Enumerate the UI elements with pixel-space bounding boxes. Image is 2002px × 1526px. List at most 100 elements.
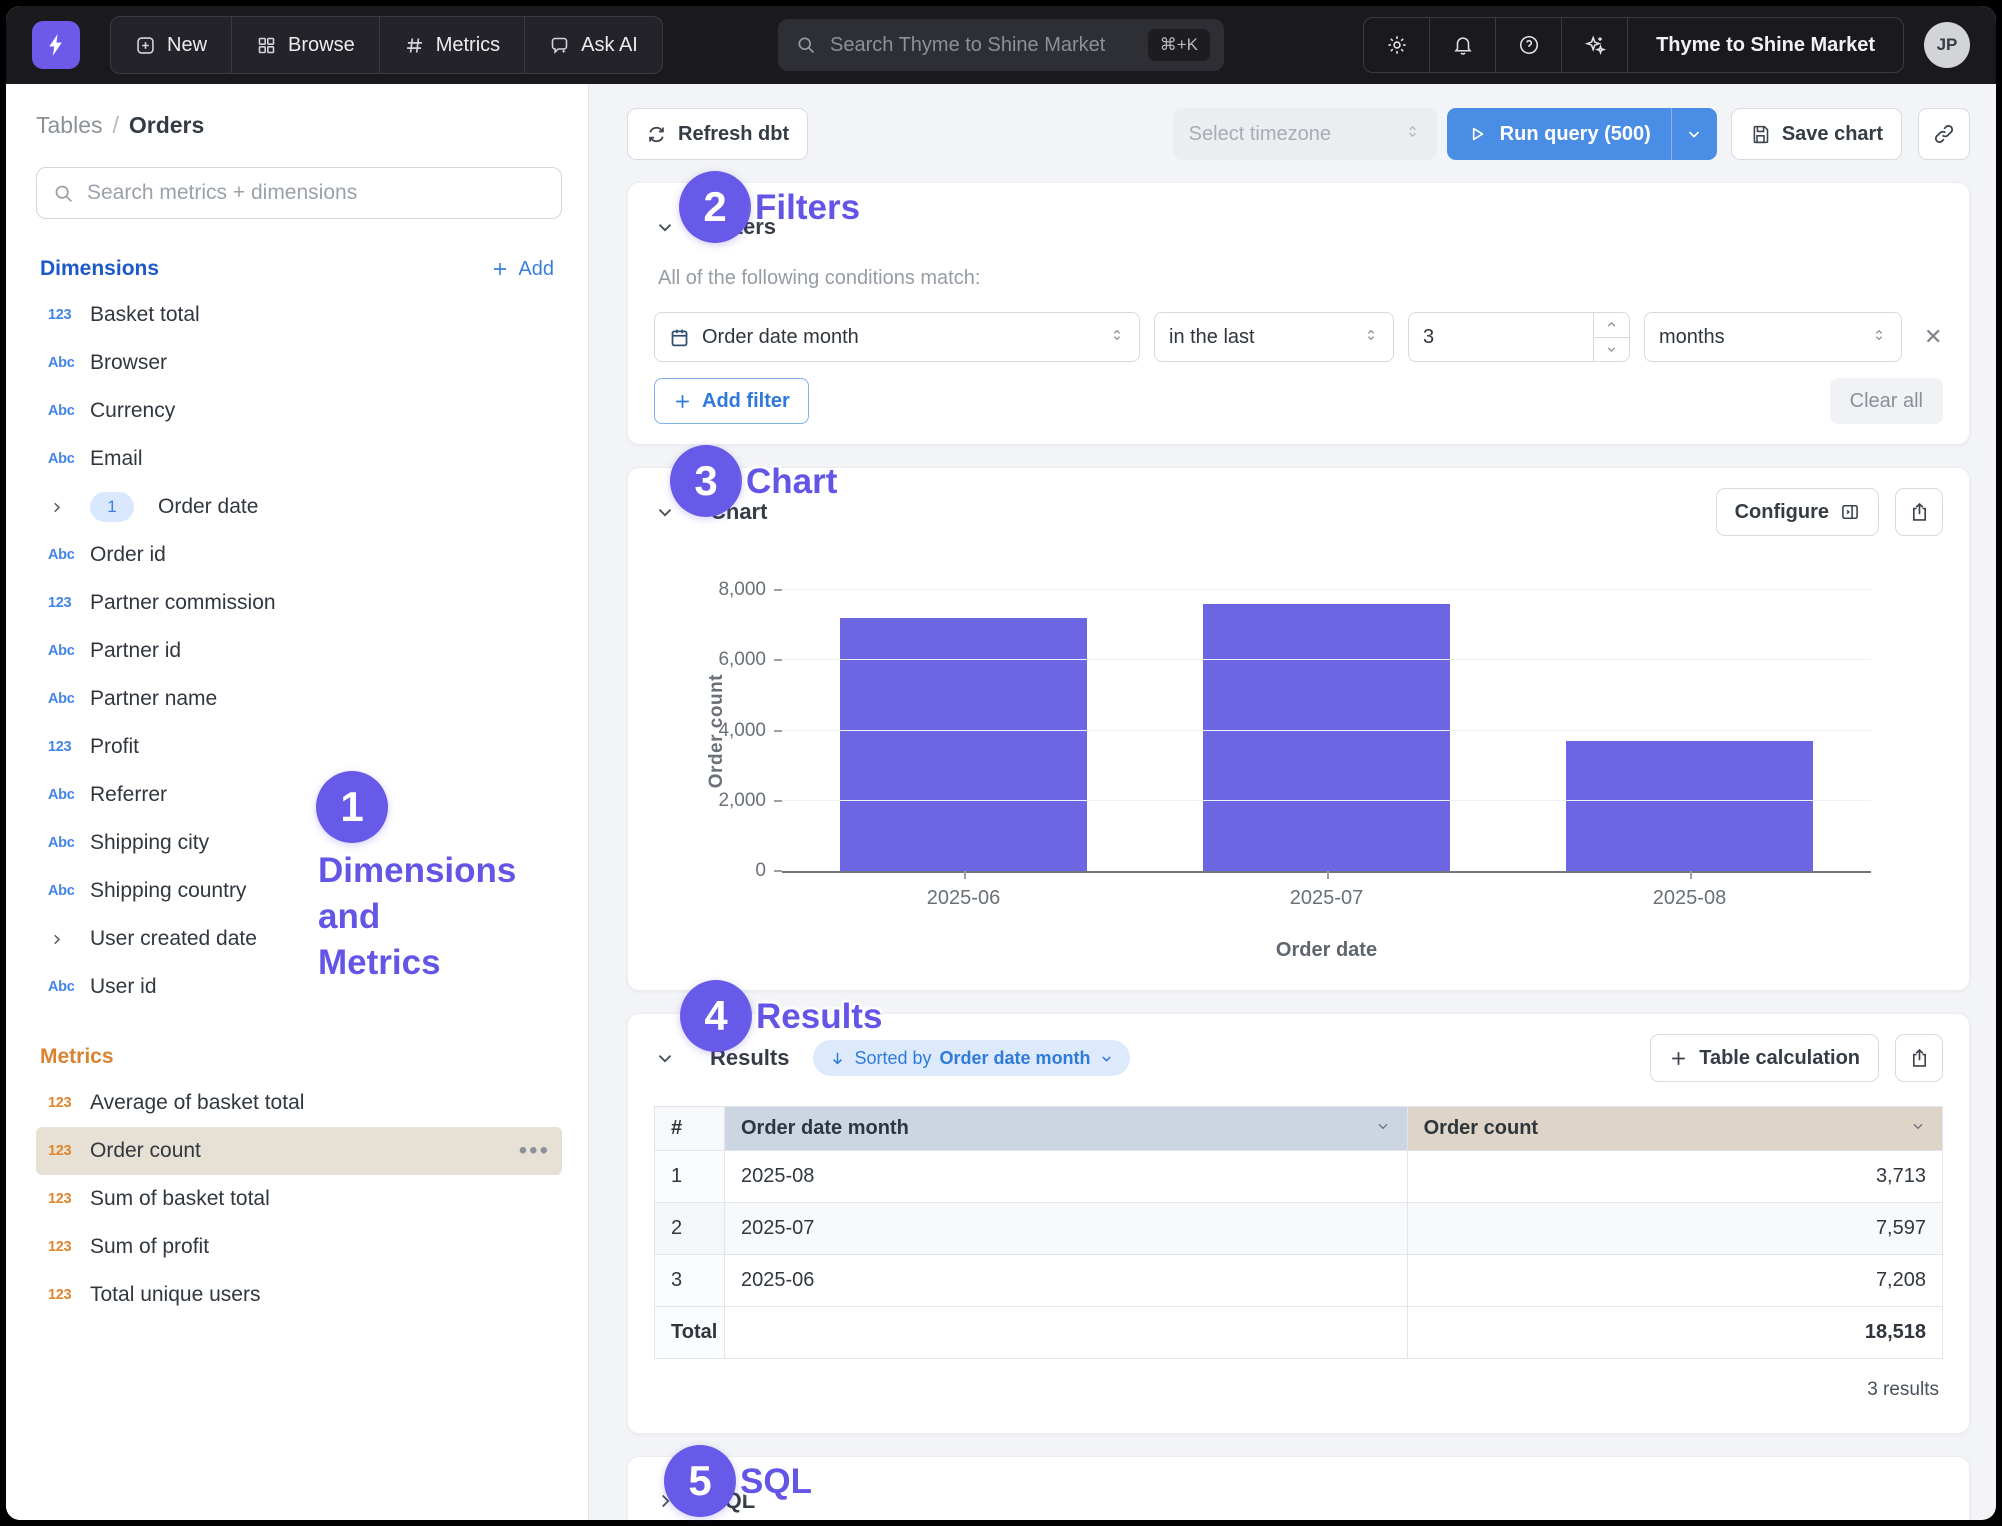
order-count-cell[interactable]: 3,713 <box>1407 1151 1942 1203</box>
help-button[interactable] <box>1496 18 1562 72</box>
order-count-cell[interactable]: 7,208 <box>1407 1255 1942 1307</box>
add-filter-button[interactable]: Add filter <box>654 378 809 424</box>
sidebar-metric-order-count[interactable]: 123Order count••• <box>36 1127 562 1175</box>
sidebar-dimension-partner-name[interactable]: AbcPartner name <box>36 675 562 723</box>
sidebar-dimension-referrer[interactable]: AbcReferrer <box>36 771 562 819</box>
expand-chevron-icon[interactable] <box>48 931 90 948</box>
sidebar-metric-sum-of-profit[interactable]: 123Sum of profit <box>36 1223 562 1271</box>
nav-item-metrics[interactable]: Metrics <box>380 17 525 73</box>
run-query-button[interactable]: Run query (500) <box>1447 108 1671 160</box>
increment-button[interactable] <box>1594 313 1629 338</box>
column-header-index: # <box>655 1107 725 1151</box>
global-search-input[interactable]: Search Thyme to Shine Market ⌘+K <box>778 19 1224 71</box>
more-options-icon[interactable]: ••• <box>519 1146 550 1156</box>
refresh-dbt-button[interactable]: Refresh dbt <box>627 108 808 160</box>
sidebar-dimension-partner-commission[interactable]: 123Partner commission <box>36 579 562 627</box>
sidebar-dimension-currency[interactable]: AbcCurrency <box>36 387 562 435</box>
nav-item-ask-ai[interactable]: Ask AI <box>525 17 662 73</box>
save-chart-button[interactable]: Save chart <box>1731 108 1902 160</box>
expand-chevron-icon[interactable] <box>48 499 90 516</box>
sidebar-dimension-order-id[interactable]: AbcOrder id <box>36 531 562 579</box>
settings-button[interactable] <box>1364 18 1430 72</box>
order-date-month-cell[interactable]: 2025-06 <box>725 1255 1408 1307</box>
org-name[interactable]: Thyme to Shine Market <box>1628 18 1903 72</box>
filters-footer: Add filter Clear all <box>654 378 1943 424</box>
order-date-month-cell[interactable]: 2025-07 <box>725 1203 1408 1255</box>
sidebar-dimension-profit[interactable]: 123Profit <box>36 723 562 771</box>
export-results-button[interactable] <box>1895 1034 1943 1082</box>
column-header-order-count[interactable]: Order count <box>1407 1107 1942 1151</box>
primary-nav: NewBrowseMetricsAsk AI <box>110 16 663 74</box>
order-date-month-cell[interactable]: 2025-08 <box>725 1151 1408 1203</box>
x-axis-tick-label: 2025-06 <box>782 887 1145 910</box>
lightdash-logo[interactable] <box>32 21 80 69</box>
configure-chart-button[interactable]: Configure <box>1716 488 1879 536</box>
breadcrumb-tables-link[interactable]: Tables <box>36 112 102 138</box>
nav-item-browse[interactable]: Browse <box>232 17 380 73</box>
sql-card: SQL <box>627 1456 1970 1520</box>
text-type-icon: Abc <box>48 643 90 659</box>
sidebar-metric-average-of-basket-total[interactable]: 123Average of basket total <box>36 1079 562 1127</box>
sidebar-dimension-order-date[interactable]: 1Order date <box>36 483 562 531</box>
content-area: Tables/Orders Search metrics + dimension… <box>6 84 1996 1520</box>
select-caret-icon <box>1871 327 1887 348</box>
column-header-order-date-month[interactable]: Order date month <box>725 1107 1408 1151</box>
fields-search-input[interactable]: Search metrics + dimensions <box>36 167 562 219</box>
sidebar-dimension-email[interactable]: AbcEmail <box>36 435 562 483</box>
nav-item-new[interactable]: New <box>111 17 232 73</box>
expand-sql-button[interactable] <box>654 1490 676 1512</box>
filter-value-input[interactable] <box>1409 313 1593 361</box>
chevron-right-icon <box>48 499 65 516</box>
sidebar-dimension-user-created-date[interactable]: User created date <box>36 915 562 963</box>
sort-pill[interactable]: Sorted by Order date month <box>813 1040 1129 1076</box>
sidebar-dimension-basket-total[interactable]: 123Basket total <box>36 291 562 339</box>
collapse-chart-button[interactable] <box>654 501 676 523</box>
add-dimension-button[interactable]: Add <box>491 258 554 281</box>
breadcrumb: Tables/Orders <box>36 112 562 139</box>
plus-square-icon <box>135 35 156 56</box>
sidebar-dimension-shipping-city[interactable]: AbcShipping city <box>36 819 562 867</box>
order-count-cell[interactable]: 7,597 <box>1407 1203 1942 1255</box>
gridline <box>782 659 1871 660</box>
clear-all-filters-button[interactable]: Clear all <box>1830 378 1943 424</box>
table-calculation-button[interactable]: Table calculation <box>1650 1034 1879 1082</box>
number-type-icon: 123 <box>48 1287 90 1303</box>
decrement-button[interactable] <box>1594 338 1629 362</box>
results-table-row: 22025-077,597 <box>655 1203 1943 1255</box>
filter-operator-select[interactable]: in the last <box>1154 312 1394 362</box>
notifications-button[interactable] <box>1430 18 1496 72</box>
chevron-down-icon <box>1099 1051 1114 1066</box>
number-type-icon: 123 <box>48 739 90 755</box>
bell-icon <box>1452 34 1474 56</box>
timezone-select[interactable]: Select timezone <box>1173 108 1437 160</box>
filter-value-input-group <box>1408 312 1630 362</box>
top-navbar: NewBrowseMetricsAsk AI Search Thyme to S… <box>6 6 1996 84</box>
select-caret-icon <box>1109 327 1125 348</box>
metrics-header: Metrics <box>36 1045 562 1069</box>
x-axis-tick-label: 2025-07 <box>1145 887 1508 910</box>
number-type-icon: 123 <box>48 1239 90 1255</box>
share-link-button[interactable] <box>1918 108 1970 160</box>
chart-bar-2025-06[interactable] <box>840 618 1087 871</box>
remove-filter-button[interactable]: ✕ <box>1924 324 1942 350</box>
filter-unit-select[interactable]: months <box>1644 312 1902 362</box>
results-card-header: Results Sorted by Order date month Table… <box>654 1034 1943 1082</box>
sparkles-icon <box>1584 34 1606 56</box>
chart-bar-2025-07[interactable] <box>1203 604 1450 871</box>
filter-field-select[interactable]: Order date month <box>654 312 1140 362</box>
export-chart-button[interactable] <box>1895 488 1943 536</box>
sidebar-dimension-shipping-country[interactable]: AbcShipping country <box>36 867 562 915</box>
sidebar-dimension-user-id[interactable]: AbcUser id <box>36 963 562 1011</box>
text-type-icon: Abc <box>48 403 90 419</box>
sidebar-metric-sum-of-basket-total[interactable]: 123Sum of basket total <box>36 1175 562 1223</box>
chart-bar-2025-08[interactable] <box>1566 741 1813 871</box>
sidebar-dimension-partner-id[interactable]: AbcPartner id <box>36 627 562 675</box>
ai-sparkles-button[interactable] <box>1562 18 1628 72</box>
app-window: NewBrowseMetricsAsk AI Search Thyme to S… <box>6 6 1996 1520</box>
user-avatar[interactable]: JP <box>1924 22 1970 68</box>
run-query-options-button[interactable] <box>1671 108 1717 160</box>
collapse-filters-button[interactable] <box>654 216 676 238</box>
sidebar-metric-total-unique-users[interactable]: 123Total unique users <box>36 1271 562 1319</box>
collapse-results-button[interactable] <box>654 1047 676 1069</box>
sidebar-dimension-browser[interactable]: AbcBrowser <box>36 339 562 387</box>
